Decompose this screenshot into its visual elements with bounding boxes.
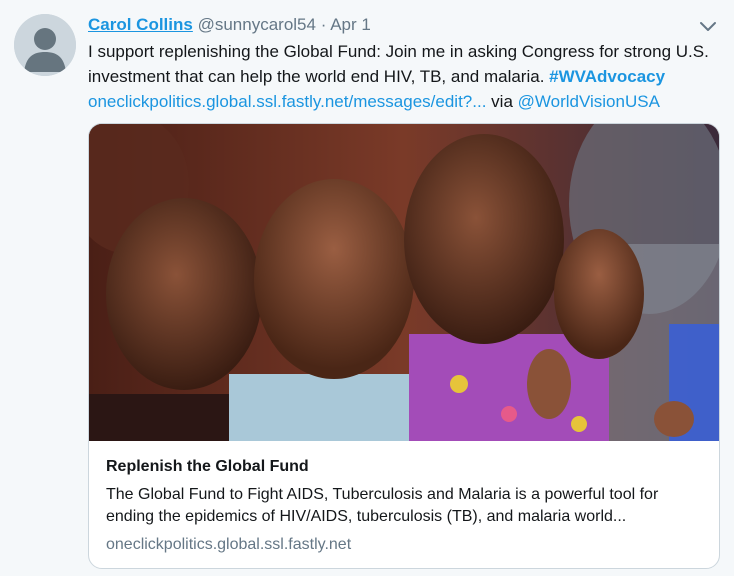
card-domain: oneclickpolitics.global.ssl.fastly.net xyxy=(106,536,352,553)
card-description: The Global Fund to Fight AIDS, Tuberculo… xyxy=(106,486,659,525)
card-title: Replenish the Global Fund xyxy=(106,458,309,475)
via-handle-link[interactable]: @WorldVisionUSA xyxy=(518,92,660,111)
card-body: Replenish the Global Fund The Global Fun… xyxy=(106,456,706,556)
separator-dot: · xyxy=(320,15,327,34)
hashtag-link[interactable]: #WVAdvocacy xyxy=(549,67,665,86)
author-handle[interactable]: @sunnycarol54 xyxy=(198,15,316,34)
tweet-text: I support replenishing the Global Fund: … xyxy=(88,39,718,114)
author-name[interactable]: Carol Collins xyxy=(88,15,193,34)
tweet-menu-button[interactable] xyxy=(698,20,718,34)
tweet-header: Carol Collins @sunnycarol54 · Apr 1 xyxy=(88,14,371,36)
message-link[interactable]: oneclickpolitics.global.ssl.fastly.net/m… xyxy=(88,92,486,111)
avatar[interactable] xyxy=(14,14,76,76)
tweet[interactable]: Carol Collins @sunnycarol54 · Apr 1 I su… xyxy=(0,0,734,576)
tweet-date[interactable]: Apr 1 xyxy=(330,15,371,34)
children-photo xyxy=(89,124,719,441)
chevron-down-icon xyxy=(700,22,716,31)
via-label: via xyxy=(486,92,518,111)
default-user-icon xyxy=(14,14,76,76)
link-card[interactable]: Replenish the Global Fund The Global Fun… xyxy=(88,123,720,569)
card-image[interactable] xyxy=(89,124,719,441)
